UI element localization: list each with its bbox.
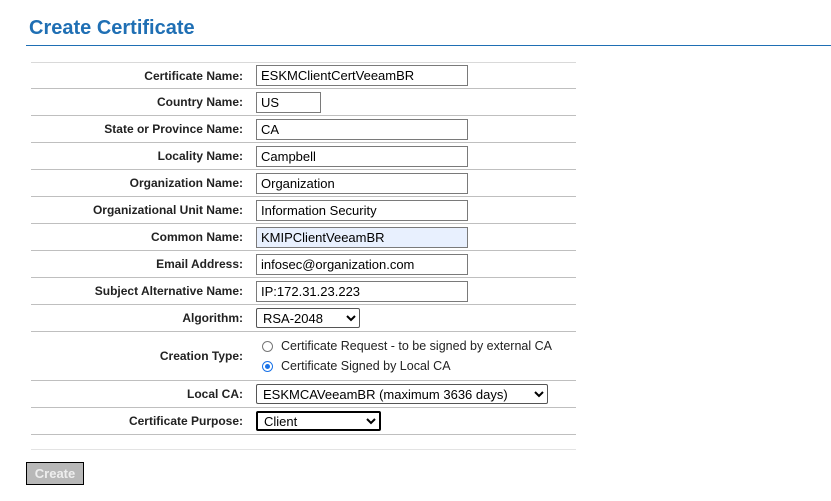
- common-name-input[interactable]: [256, 226, 468, 248]
- email-address-input[interactable]: [256, 253, 468, 275]
- row-org-unit-name: Organizational Unit Name:: [31, 197, 576, 224]
- org-unit-name-label: Organizational Unit Name:: [92, 203, 243, 217]
- create-certificate-form: Certificate Name: Country Name: State or…: [31, 62, 576, 450]
- row-locality-name: Locality Name:: [31, 143, 576, 170]
- creation-type-option-local[interactable]: Certificate Signed by Local CA: [262, 359, 552, 373]
- certificate-name-label: Certificate Name:: [144, 68, 243, 83]
- algorithm-select[interactable]: RSA-2048: [256, 308, 360, 328]
- org-unit-name-input[interactable]: [256, 199, 468, 221]
- row-common-name: Common Name:: [31, 224, 576, 251]
- subject-alt-name-input[interactable]: [256, 280, 468, 302]
- row-certificate-purpose: Certificate Purpose: Client: [31, 408, 576, 435]
- radio-external-ca[interactable]: [262, 340, 273, 352]
- radio-local-ca-label: Certificate Signed by Local CA: [281, 359, 451, 373]
- radio-local-ca[interactable]: [262, 360, 273, 372]
- country-name-label: Country Name:: [156, 95, 243, 109]
- creation-type-radio-group: Certificate Request - to be signed by ex…: [256, 339, 552, 373]
- subject-alt-name-label: Subject Alternative Name:: [94, 284, 243, 298]
- row-country-name: Country Name:: [31, 89, 576, 116]
- certificate-name-input[interactable]: [256, 65, 468, 86]
- local-ca-label: Local CA:: [186, 387, 243, 401]
- certificate-purpose-select[interactable]: Client: [256, 411, 381, 431]
- radio-external-ca-label: Certificate Request - to be signed by ex…: [281, 339, 552, 353]
- organization-name-label: Organization Name:: [129, 176, 243, 190]
- creation-type-option-external[interactable]: Certificate Request - to be signed by ex…: [262, 339, 552, 353]
- form-bottom-divider: [31, 449, 576, 450]
- row-state-name: State or Province Name:: [31, 116, 576, 143]
- creation-type-label: Creation Type:: [159, 349, 243, 363]
- row-creation-type: Creation Type: Certificate Request - to …: [31, 332, 576, 381]
- organization-name-input[interactable]: [256, 172, 468, 194]
- locality-name-input[interactable]: [256, 145, 468, 167]
- email-address-label: Email Address:: [156, 257, 243, 271]
- page-title: Create Certificate: [29, 17, 195, 39]
- row-email-address: Email Address:: [31, 251, 576, 278]
- algorithm-label: Algorithm:: [182, 311, 243, 325]
- row-organization-name: Organization Name:: [31, 170, 576, 197]
- state-name-label: State or Province Name:: [104, 122, 243, 136]
- local-ca-select[interactable]: ESKMCAVeeamBR (maximum 3636 days): [256, 384, 548, 404]
- locality-name-label: Locality Name:: [157, 149, 243, 163]
- common-name-label: Common Name:: [150, 230, 243, 244]
- row-algorithm: Algorithm: RSA-2048: [31, 305, 576, 332]
- row-certificate-name: Certificate Name:: [31, 62, 576, 89]
- row-subject-alt-name: Subject Alternative Name:: [31, 278, 576, 305]
- title-divider: [26, 45, 831, 46]
- row-local-ca: Local CA: ESKMCAVeeamBR (maximum 3636 da…: [31, 381, 576, 408]
- state-name-input[interactable]: [256, 118, 468, 140]
- create-button[interactable]: Create: [26, 462, 84, 485]
- country-name-input[interactable]: [256, 91, 321, 113]
- certificate-purpose-label: Certificate Purpose:: [128, 414, 243, 428]
